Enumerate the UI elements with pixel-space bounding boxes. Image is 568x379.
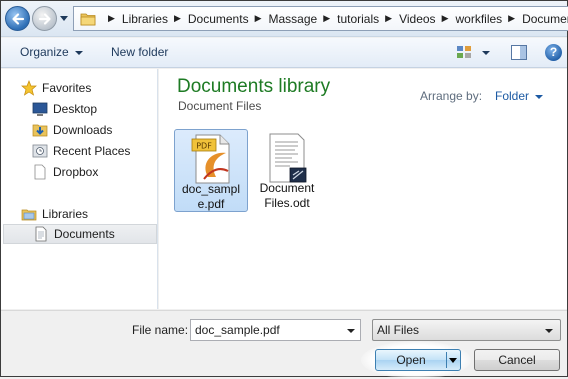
view-options-dropdown[interactable] (482, 51, 490, 55)
file-type-select[interactable]: All Files (372, 319, 561, 341)
file-item-document-files[interactable]: Document Files.odt (250, 129, 324, 212)
nav-dropbox[interactable]: Dropbox (1, 162, 158, 182)
chevron-right-icon[interactable]: ▶ (174, 13, 181, 24)
forward-button[interactable] (32, 6, 57, 31)
file-name-history-dropdown[interactable] (343, 321, 359, 339)
folder-icon (80, 13, 96, 25)
change-view-button[interactable] (456, 45, 472, 59)
dialog-footer: File name: doc_sample.pdf All Files Open… (1, 310, 567, 379)
nav-recent-places[interactable]: Recent Places (1, 141, 158, 161)
libraries-icon (21, 209, 37, 221)
file-name: doc_sampl e.pdf (175, 182, 247, 212)
preview-pane-button[interactable] (511, 45, 527, 60)
chevron-down-icon (535, 94, 544, 99)
command-toolbar: Organize New folder ? (1, 38, 567, 68)
chevron-right-icon[interactable]: ▶ (442, 13, 449, 24)
nav-desktop-label: Desktop (53, 102, 98, 116)
open-button[interactable]: Open (375, 349, 461, 371)
recent-locations-button[interactable] (58, 13, 70, 25)
nav-dropbox-label: Dropbox (53, 165, 99, 179)
file-list-pane: Documents library Document Files Arrange… (159, 69, 567, 309)
blank-document-icon (34, 164, 46, 180)
arrow-right-icon (38, 13, 51, 25)
open-options-dropdown[interactable] (449, 358, 457, 363)
file-name-value: doc_sample.pdf (195, 323, 280, 337)
nav-recent-places-label: Recent Places (53, 144, 131, 158)
address-bar-row: ▶ Libraries ▶ Documents ▶ Massage ▶ tuto… (1, 1, 568, 37)
cancel-button[interactable]: Cancel (474, 349, 560, 371)
arrange-by-dropdown[interactable]: Folder (495, 89, 544, 103)
nav-favorites[interactable]: Favorites (1, 78, 158, 98)
file-name-line2: e.pdf (197, 197, 225, 211)
file-name-line1: doc_sampl (181, 182, 241, 196)
chevron-right-icon[interactable]: ▶ (508, 13, 515, 24)
new-folder-button[interactable]: New folder (111, 45, 168, 59)
chevron-right-icon[interactable]: ▶ (385, 13, 392, 24)
chevron-right-icon[interactable]: ▶ (323, 13, 330, 24)
crumb-tutorials[interactable]: tutorials (337, 12, 379, 26)
navigation-pane: Favorites Desktop Downloads Recent Place… (1, 69, 158, 309)
crumb-libraries[interactable]: Libraries (122, 12, 168, 26)
library-title: Documents library (177, 76, 331, 97)
crumb-documents-current[interactable]: Documents (522, 12, 568, 26)
downloads-folder-icon (32, 124, 48, 137)
arrange-by-label: Arrange by: (420, 89, 483, 103)
chevron-right-icon[interactable]: ▶ (108, 13, 115, 24)
nav-documents[interactable]: Documents (3, 224, 157, 244)
crumb-documents[interactable]: Documents (188, 12, 249, 26)
address-breadcrumb[interactable]: ▶ Libraries ▶ Documents ▶ Massage ▶ tuto… (73, 6, 568, 31)
nav-documents-label: Documents (54, 227, 115, 241)
crumb-videos[interactable]: Videos (399, 12, 435, 26)
pdf-badge: PDF (196, 142, 212, 151)
organize-button[interactable]: Organize (20, 45, 83, 59)
open-button-label: Open (396, 353, 426, 367)
file-name-line1: Document (259, 181, 315, 195)
nav-desktop[interactable]: Desktop (1, 99, 158, 119)
back-button[interactable] (5, 6, 30, 31)
chevron-down-icon (541, 321, 557, 339)
file-type-value: All Files (377, 323, 420, 337)
open-file-dialog: ▶ Libraries ▶ Documents ▶ Massage ▶ tuto… (0, 0, 568, 379)
chevron-right-icon[interactable]: ▶ (255, 13, 262, 24)
file-name-input[interactable]: doc_sample.pdf (190, 319, 361, 341)
desktop-icon (32, 102, 48, 116)
nav-libraries[interactable]: Libraries (1, 204, 158, 224)
star-icon (21, 80, 37, 96)
odt-file-icon (269, 133, 307, 183)
library-subtitle: Document Files (178, 99, 262, 113)
arrow-left-icon (12, 13, 25, 25)
nav-downloads[interactable]: Downloads (1, 120, 158, 140)
nav-libraries-label: Libraries (42, 207, 89, 221)
file-item-doc-sample[interactable]: PDF doc_sampl e.pdf (174, 129, 248, 212)
arrange-by-value: Folder (495, 89, 530, 103)
documents-library-icon (35, 226, 47, 242)
help-button[interactable]: ? (545, 44, 562, 61)
crumb-massage[interactable]: Massage (269, 12, 318, 26)
file-name: Document Files.odt (250, 181, 324, 211)
file-name-label: File name: (132, 323, 189, 337)
organize-label: Organize (20, 45, 69, 59)
chevron-down-icon (74, 50, 83, 55)
nav-favorites-label: Favorites (42, 81, 92, 95)
recent-places-icon (32, 144, 48, 158)
file-name-line2: Files.odt (264, 196, 310, 210)
split-divider (446, 352, 447, 368)
nav-downloads-label: Downloads (53, 123, 113, 137)
crumb-workfiles[interactable]: workfiles (455, 12, 502, 26)
pdf-file-icon: PDF (191, 134, 230, 184)
